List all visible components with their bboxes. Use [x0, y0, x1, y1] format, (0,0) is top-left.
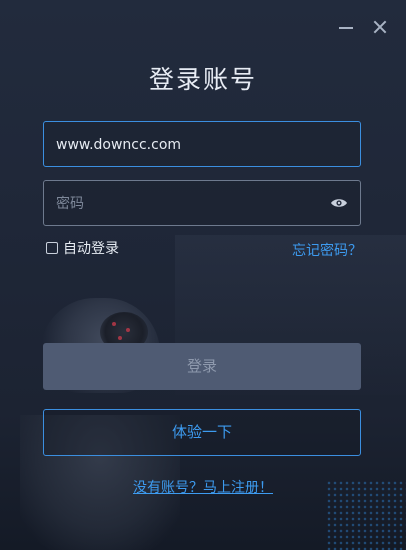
- auto-login-label: 自动登录: [63, 241, 119, 257]
- close-icon[interactable]: [371, 18, 389, 36]
- password-field[interactable]: [43, 180, 361, 227]
- register-link[interactable]: 没有账号？马上注册！: [0, 477, 406, 497]
- minimize-icon[interactable]: [337, 18, 355, 36]
- username-field[interactable]: [43, 121, 361, 168]
- trial-button[interactable]: 体验一下: [43, 409, 361, 456]
- camera-led: [112, 322, 116, 326]
- password-input[interactable]: [54, 181, 328, 227]
- page-title: 登录账号: [148, 65, 257, 94]
- login-button[interactable]: 登录: [43, 343, 361, 390]
- login-window: 登录账号 自动登录 忘记密码？ 登录 体验一下 没有账号？马上注册！: [0, 0, 406, 550]
- camera-led: [118, 336, 122, 340]
- forgot-password-link[interactable]: 忘记密码？: [292, 240, 362, 260]
- auto-login-checkbox[interactable]: [46, 242, 58, 254]
- auto-login-option[interactable]: 自动登录: [46, 238, 119, 258]
- username-input[interactable]: [54, 122, 328, 168]
- camera-led: [126, 328, 130, 332]
- eye-icon[interactable]: [330, 197, 348, 209]
